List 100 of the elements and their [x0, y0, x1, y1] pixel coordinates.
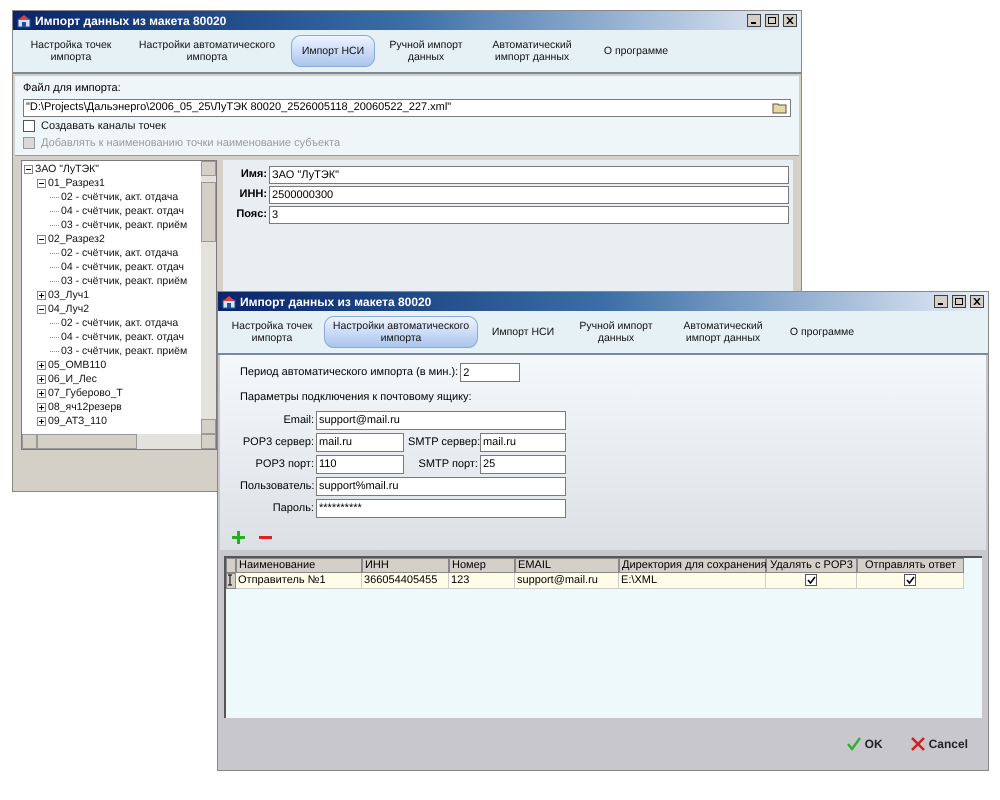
tree-item[interactable]: 04 - счётчик, реакт. отдач	[61, 205, 184, 218]
column-header[interactable]: ИНН	[362, 558, 449, 572]
column-header[interactable]: Отправлять ответ	[857, 558, 964, 572]
file-path-field[interactable]: "D:\Projects\Дальэнерго\2006_05_25\ЛуТЭК 80020_2526005118_20060522_227.xml"	[23, 98, 791, 116]
input-field[interactable]: mail.ru	[480, 432, 566, 452]
tab[interactable]: Ручной импорт данных	[568, 316, 664, 348]
expand-toggle[interactable]	[37, 389, 46, 398]
tab[interactable]: Ручной импорт данных	[379, 35, 473, 67]
tab[interactable]: Импорт НСИ	[291, 35, 375, 67]
cancel-button[interactable]: Cancel	[910, 734, 968, 753]
maximize-icon	[955, 298, 963, 305]
tab[interactable]: О программе	[591, 35, 681, 67]
ok-button[interactable]: OK	[846, 734, 883, 753]
tab[interactable]: Автоматический импорт данных	[668, 316, 778, 348]
expand-toggle[interactable]	[37, 375, 46, 384]
column-header[interactable]: EMAIL	[515, 558, 619, 572]
header-corner	[226, 558, 236, 572]
column-header[interactable]: Наименование	[236, 558, 362, 572]
close-button[interactable]	[970, 295, 984, 308]
tree-item[interactable]: 05_ОМВ110	[48, 359, 106, 372]
checkbox[interactable]	[904, 574, 916, 586]
field-label: SMTP сервер:	[408, 434, 478, 450]
input-field[interactable]: 2	[460, 363, 520, 382]
tree-item[interactable]: ЗАО "ЛуТЭК"	[35, 163, 99, 176]
plus-icon	[38, 292, 45, 299]
minus-icon	[38, 236, 45, 243]
collapse-toggle[interactable]	[24, 165, 33, 174]
tree-item[interactable]: 02_Разрез2	[48, 233, 105, 246]
checkmark-icon	[846, 736, 861, 751]
checkbox-label: Создавать каналы точек	[41, 118, 166, 134]
input-field[interactable]: 3	[269, 206, 789, 224]
tree-item[interactable]: 02 - счётчик, акт. отдача	[61, 191, 178, 204]
plus-icon	[38, 362, 45, 369]
tree-item[interactable]: 03_Луч1	[48, 289, 90, 302]
plus-icon	[38, 376, 45, 383]
tab[interactable]: Импорт НСИ	[482, 316, 564, 348]
column-header[interactable]: Директория для сохранения	[619, 558, 766, 572]
maximize-button[interactable]	[765, 14, 779, 27]
input-field[interactable]: ЗАО "ЛуТЭК"	[269, 166, 789, 184]
expand-toggle[interactable]	[37, 403, 46, 412]
tab[interactable]: Настройка точек импорта	[224, 316, 320, 348]
close-icon	[786, 17, 794, 24]
tree-item[interactable]: 03 - счётчик, реакт. приём	[61, 219, 188, 232]
input-field[interactable]: support%mail.ru	[316, 476, 566, 496]
tab[interactable]: Настройка точек импорта	[19, 35, 123, 67]
table-cell: 366054405455	[362, 572, 449, 588]
tab[interactable]: Автоматический импорт данных	[477, 35, 587, 67]
horizontal-scrollbar[interactable]	[22, 434, 216, 448]
row-selector[interactable]	[226, 572, 236, 588]
collapse-toggle[interactable]	[37, 179, 46, 188]
plus-icon	[38, 418, 45, 425]
tree-item[interactable]: 03 - счётчик, реакт. приём	[61, 345, 188, 358]
input-field[interactable]: 25	[480, 454, 566, 474]
expand-toggle[interactable]	[37, 291, 46, 300]
maximize-button[interactable]	[952, 295, 966, 308]
field-label: Файл для импорта:	[23, 81, 122, 96]
column-header[interactable]: Номер	[449, 558, 515, 572]
tree-item[interactable]: 04_Луч2	[48, 303, 90, 316]
tree-item[interactable]: 02 - счётчик, акт. отдача	[61, 317, 178, 330]
table-cell: 123	[449, 572, 515, 588]
close-button[interactable]	[783, 14, 797, 27]
vertical-scrollbar[interactable]	[201, 160, 216, 434]
tree-item[interactable]: 03 - счётчик, реакт. приём	[61, 275, 188, 288]
text-cursor-icon	[227, 574, 233, 586]
input-field[interactable]: **********	[316, 498, 566, 518]
collapse-toggle[interactable]	[37, 305, 46, 314]
field-label: Имя:	[240, 167, 267, 182]
input-field[interactable]: 110	[316, 454, 404, 474]
tree-item[interactable]: 07_Губерово_Т	[48, 387, 123, 400]
checkmark-icon	[806, 576, 816, 584]
minimize-button[interactable]	[934, 295, 948, 308]
tab[interactable]: Настройки автоматического импорта	[127, 35, 287, 67]
table-cell: support@mail.ru	[515, 572, 619, 588]
field-label: Пользователь:	[240, 478, 314, 494]
tree-item[interactable]: 06_И_Лес	[48, 373, 97, 386]
checkbox[interactable]	[23, 120, 35, 132]
section-heading: Параметры подключения к почтовому ящику:	[240, 390, 473, 405]
collapse-toggle[interactable]	[37, 235, 46, 244]
field-label: Пароль:	[272, 500, 314, 516]
expand-toggle[interactable]	[37, 361, 46, 370]
minimize-button[interactable]	[747, 14, 761, 27]
tab[interactable]: О программе	[782, 316, 862, 348]
tree-item[interactable]: 02 - счётчик, акт. отдача	[61, 247, 178, 260]
tree-item[interactable]: 01_Разрез1	[48, 177, 105, 190]
tree-item[interactable]: 08_яч12резерв	[48, 401, 122, 414]
input-field[interactable]: support@mail.ru	[316, 410, 566, 430]
tree-item[interactable]: 04 - счётчик, реакт. отдач	[61, 331, 184, 344]
input-field[interactable]: 2500000300	[269, 186, 789, 204]
input-field[interactable]: mail.ru	[316, 432, 404, 452]
field-label: Пояс:	[235, 207, 267, 222]
tab[interactable]: Настройки автоматического импорта	[324, 316, 478, 348]
tree-item[interactable]: 04 - счётчик, реакт. отдач	[61, 261, 184, 274]
field-label: ИНН:	[238, 187, 267, 202]
expand-toggle[interactable]	[37, 417, 46, 426]
column-header[interactable]: Удалять с POP3	[766, 558, 857, 572]
folder-icon[interactable]	[772, 101, 788, 114]
field-label: POP3 сервер:	[242, 434, 314, 450]
field-label: Email:	[282, 412, 314, 428]
tree-item[interactable]: 09_АТЗ_110	[48, 415, 107, 428]
checkbox[interactable]	[805, 574, 817, 586]
